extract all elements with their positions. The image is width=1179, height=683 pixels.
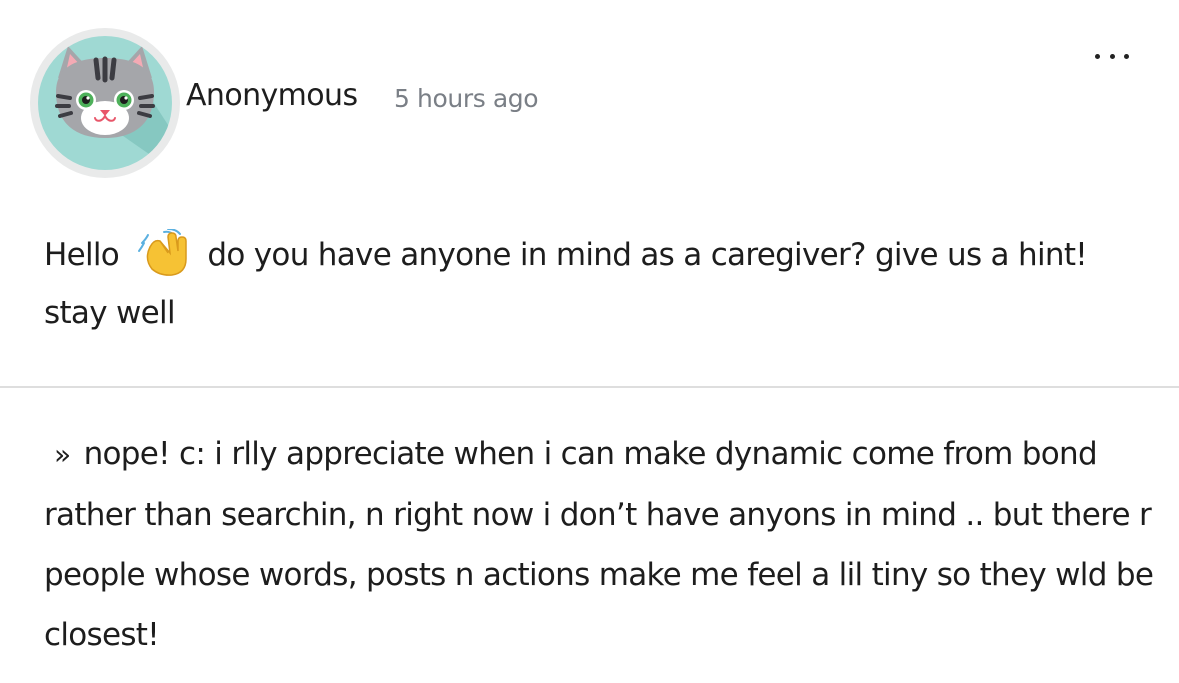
answer-text: » nope! c: i rlly appreciate when i can …	[44, 424, 1154, 665]
more-options-icon[interactable]	[1092, 44, 1132, 68]
avatar[interactable]	[38, 36, 172, 170]
waving-hand-emoji	[138, 229, 187, 276]
question-greeting: Hello	[44, 237, 120, 273]
answer-body: nope! c: i rlly appreciate when i can ma…	[44, 436, 1154, 653]
cat-face-icon	[55, 46, 172, 170]
answer-marker: »	[54, 438, 71, 471]
more-dot	[1095, 53, 1100, 59]
more-dot	[1124, 53, 1129, 59]
divider	[0, 386, 1179, 388]
more-dot	[1109, 53, 1115, 59]
author-name[interactable]: Anonymous	[186, 78, 358, 113]
question-text: Hello do you have anyone in mind as a ca…	[44, 226, 1144, 342]
question-body: do you have anyone in mind as a caregive…	[44, 237, 1088, 331]
post-timestamp: 5 hours ago	[394, 84, 539, 113]
